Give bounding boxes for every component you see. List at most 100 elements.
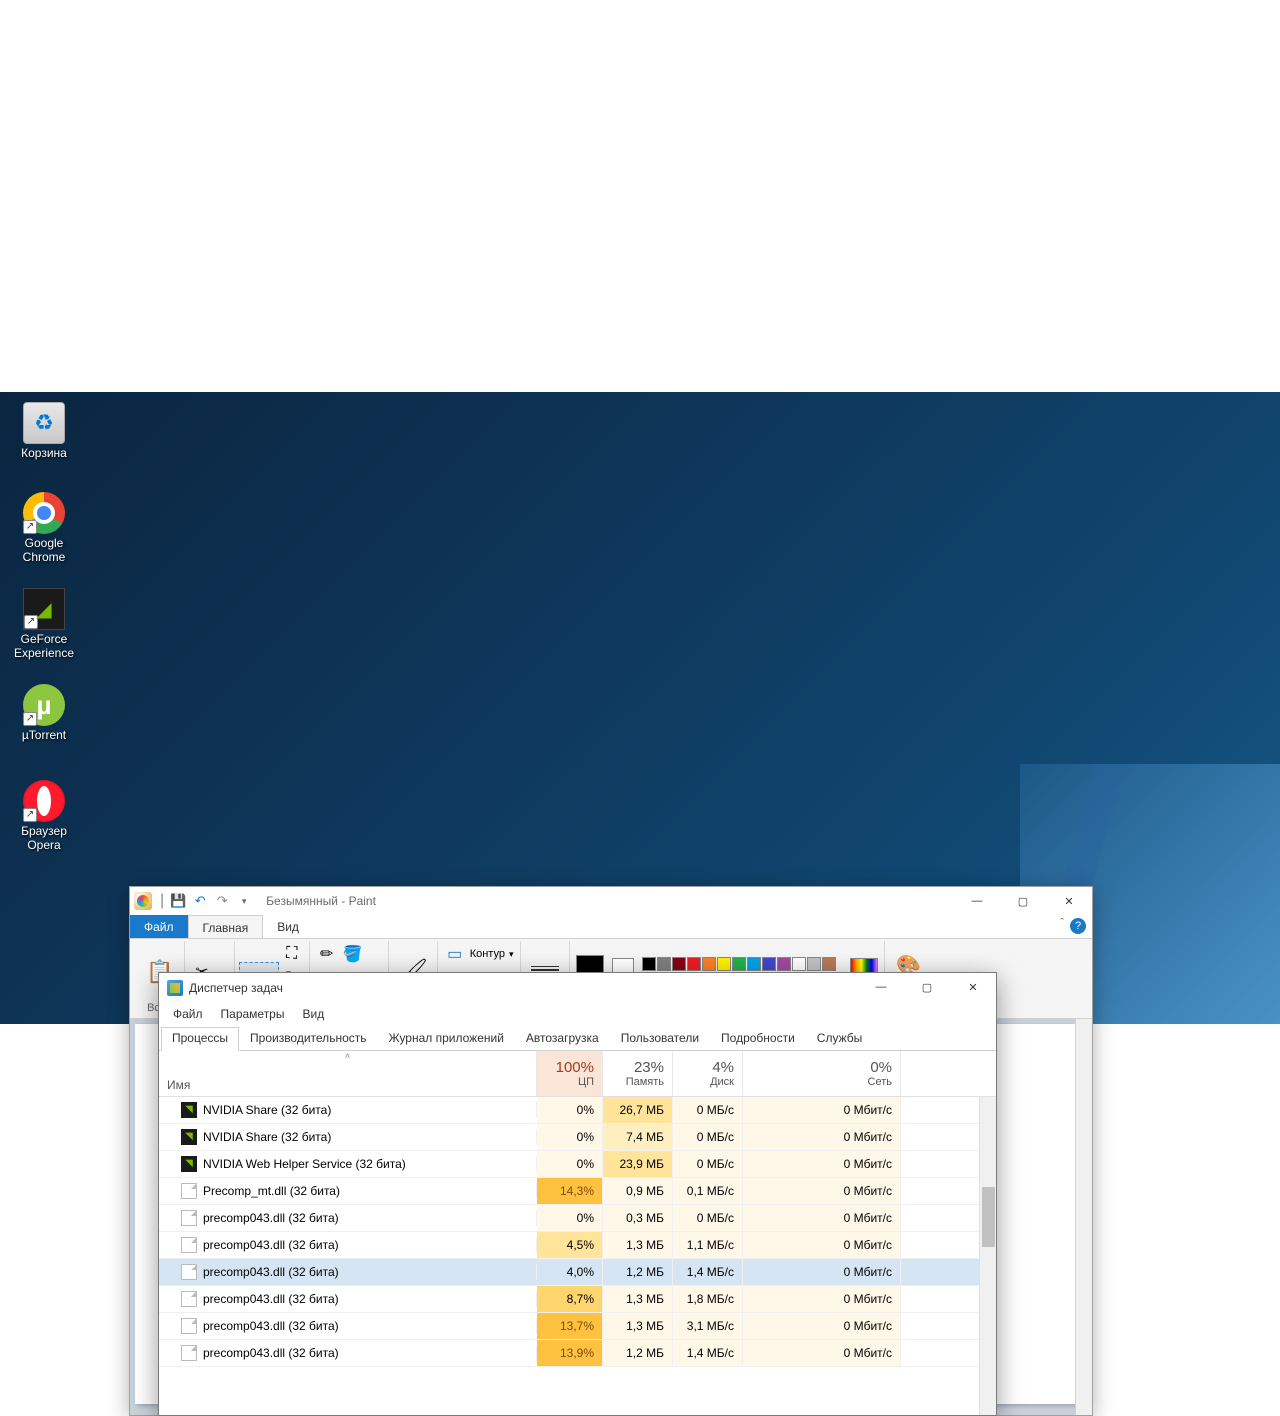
- process-row[interactable]: NVIDIA Web Helper Service (32 бита) 0% 2…: [159, 1151, 979, 1178]
- palette-color[interactable]: [747, 957, 761, 971]
- tm-maximize-button[interactable]: ▢: [904, 973, 950, 1001]
- memory-cell: 26,7 МБ: [603, 1097, 673, 1123]
- palette-color[interactable]: [807, 957, 821, 971]
- tm-tab[interactable]: Автозагрузка: [515, 1027, 610, 1050]
- process-name: Precomp_mt.dll (32 бита): [203, 1184, 340, 1198]
- palette-color[interactable]: [822, 957, 836, 971]
- palette-color[interactable]: [642, 957, 656, 971]
- palette-color[interactable]: [702, 957, 716, 971]
- paint-scrollbar[interactable]: [1075, 1019, 1092, 1415]
- tm-scrollbar[interactable]: [979, 1097, 996, 1415]
- tm-menubar: ФайлПараметрыВид: [159, 1003, 996, 1025]
- undo-icon[interactable]: ↶: [190, 891, 210, 911]
- disk-cell: 1,4 МБ/с: [673, 1259, 743, 1285]
- cpu-cell: 8,7%: [537, 1286, 603, 1312]
- process-row[interactable]: precomp043.dll (32 бита) 0% 0,3 МБ 0 МБ/…: [159, 1205, 979, 1232]
- memory-cell: 1,3 МБ: [603, 1313, 673, 1339]
- tm-process-list: NVIDIA Share (32 бита) 0% 26,7 МБ 0 МБ/с…: [159, 1097, 979, 1415]
- task-manager-icon: [167, 980, 183, 996]
- memory-cell: 7,4 МБ: [603, 1124, 673, 1150]
- tm-titlebar[interactable]: Диспетчер задач — ▢ ✕: [159, 973, 996, 1003]
- desktop-icon-recycle[interactable]: Корзина: [6, 402, 82, 460]
- shapes-icon[interactable]: ▭: [444, 943, 466, 965]
- desktop-icon-chrome[interactable]: ↗GoogleChrome: [6, 492, 82, 564]
- desktop-icon-label: GoogleChrome: [6, 536, 82, 564]
- maximize-button[interactable]: ▢: [1000, 887, 1046, 915]
- process-row[interactable]: precomp043.dll (32 бита) 4,0% 1,2 МБ 1,4…: [159, 1259, 979, 1286]
- cpu-cell: 4,0%: [537, 1259, 603, 1285]
- tab-file[interactable]: Файл: [130, 915, 188, 938]
- process-name-cell: Precomp_mt.dll (32 бита): [159, 1183, 537, 1199]
- col-header-network[interactable]: 0% Сеть: [743, 1051, 901, 1096]
- process-name-cell: precomp043.dll (32 бита): [159, 1237, 537, 1253]
- save-icon[interactable]: 💾: [168, 891, 188, 911]
- palette-color[interactable]: [717, 957, 731, 971]
- col-header-name[interactable]: ˄ Имя: [159, 1051, 537, 1096]
- col-header-disk[interactable]: 4% Диск: [673, 1051, 743, 1096]
- palette-color[interactable]: [687, 957, 701, 971]
- process-name: precomp043.dll (32 бита): [203, 1346, 339, 1360]
- tm-tab[interactable]: Службы: [806, 1027, 873, 1050]
- tm-scroll-thumb[interactable]: [982, 1187, 995, 1247]
- close-button[interactable]: ✕: [1046, 887, 1092, 915]
- tm-menu-item[interactable]: Параметры: [213, 1005, 293, 1023]
- col-header-cpu[interactable]: 100% ЦП: [537, 1051, 603, 1096]
- redo-icon[interactable]: ↷: [212, 891, 232, 911]
- tm-tab[interactable]: Журнал приложений: [378, 1027, 515, 1050]
- paint-titlebar[interactable]: | 💾 ↶ ↷ ▾ Безымянный - Paint — ▢ ✕: [130, 887, 1092, 915]
- desktop-icon-opera[interactable]: ↗БраузерOpera: [6, 780, 82, 852]
- process-name: precomp043.dll (32 бита): [203, 1238, 339, 1252]
- help-icon[interactable]: ?: [1070, 918, 1086, 934]
- palette-color[interactable]: [672, 957, 686, 971]
- tm-tab[interactable]: Производительность: [239, 1027, 377, 1050]
- disk-cell: 1,1 МБ/с: [673, 1232, 743, 1258]
- tm-menu-item[interactable]: Вид: [294, 1005, 332, 1023]
- process-row[interactable]: precomp043.dll (32 бита) 8,7% 1,3 МБ 1,8…: [159, 1286, 979, 1313]
- palette-color[interactable]: [732, 957, 746, 971]
- tm-close-button[interactable]: ✕: [950, 973, 996, 1001]
- desktop[interactable]: Корзина↗GoogleChrome↗GeForceExperience↗µ…: [0, 392, 1280, 1024]
- palette-color[interactable]: [777, 957, 791, 971]
- tm-menu-item[interactable]: Файл: [165, 1005, 211, 1023]
- shortcut-arrow-icon: ↗: [23, 712, 37, 726]
- memory-cell: 1,2 МБ: [603, 1259, 673, 1285]
- cpu-cell: 13,7%: [537, 1313, 603, 1339]
- network-cell: 0 Мбит/с: [743, 1259, 901, 1285]
- qat-dropdown-icon[interactable]: ▾: [234, 891, 254, 911]
- process-row[interactable]: precomp043.dll (32 бита) 4,5% 1,3 МБ 1,1…: [159, 1232, 979, 1259]
- fill-icon[interactable]: 🪣: [342, 943, 364, 965]
- ribbon-collapse-icon[interactable]: ˆ: [1060, 917, 1064, 929]
- process-name-cell: NVIDIA Web Helper Service (32 бита): [159, 1156, 537, 1172]
- process-row[interactable]: Precomp_mt.dll (32 бита) 14,3% 0,9 МБ 0,…: [159, 1178, 979, 1205]
- palette-color[interactable]: [792, 957, 806, 971]
- minimize-button[interactable]: —: [954, 887, 1000, 915]
- opera-icon: ↗: [23, 780, 65, 822]
- tm-tab[interactable]: Пользователи: [610, 1027, 710, 1050]
- memory-cell: 1,3 МБ: [603, 1286, 673, 1312]
- tm-tab[interactable]: Подробности: [710, 1027, 806, 1050]
- process-row[interactable]: NVIDIA Share (32 бита) 0% 26,7 МБ 0 МБ/с…: [159, 1097, 979, 1124]
- shortcut-arrow-icon: ↗: [23, 808, 37, 822]
- col-header-memory[interactable]: 23% Память: [603, 1051, 673, 1096]
- desktop-icon-geforce[interactable]: ↗GeForceExperience: [6, 588, 82, 660]
- tm-tab[interactable]: Процессы: [161, 1027, 239, 1051]
- network-cell: 0 Мбит/с: [743, 1151, 901, 1177]
- process-row[interactable]: precomp043.dll (32 бита) 13,9% 1,2 МБ 1,…: [159, 1340, 979, 1367]
- process-row[interactable]: NVIDIA Share (32 бита) 0% 7,4 МБ 0 МБ/с …: [159, 1124, 979, 1151]
- tm-minimize-button[interactable]: —: [858, 973, 904, 1001]
- process-row[interactable]: precomp043.dll (32 бита) 13,7% 1,3 МБ 3,…: [159, 1313, 979, 1340]
- process-name: precomp043.dll (32 бита): [203, 1265, 339, 1279]
- cpu-cell: 13,9%: [537, 1340, 603, 1366]
- tab-home[interactable]: Главная: [188, 915, 264, 938]
- palette-color[interactable]: [762, 957, 776, 971]
- network-cell: 0 Мбит/с: [743, 1178, 901, 1204]
- tab-view[interactable]: Вид: [263, 915, 313, 938]
- network-cell: 0 Мбит/с: [743, 1232, 901, 1258]
- disk-cell: 3,1 МБ/с: [673, 1313, 743, 1339]
- memory-cell: 23,9 МБ: [603, 1151, 673, 1177]
- desktop-icon-utorrent[interactable]: ↗µTorrent: [6, 684, 82, 742]
- outline-label[interactable]: Контур: [470, 948, 505, 960]
- crop-icon[interactable]: ⛶: [281, 943, 303, 965]
- pencil-icon[interactable]: ✏: [316, 943, 338, 965]
- palette-color[interactable]: [657, 957, 671, 971]
